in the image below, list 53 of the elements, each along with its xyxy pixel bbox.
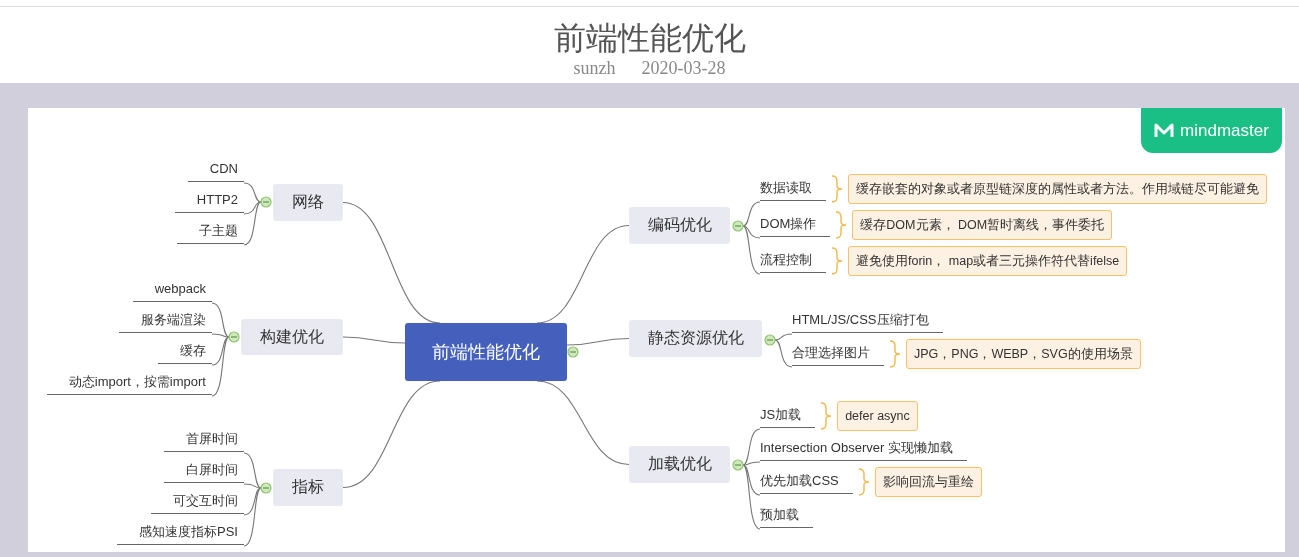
subtopic[interactable]: 可交互时间 [151,489,244,514]
subtopic[interactable]: JS加载 [760,403,816,428]
connector-line [566,337,630,346]
subtopic[interactable]: webpack [132,277,212,302]
subtopic[interactable]: 首屏时间 [164,427,244,452]
subtopic[interactable]: Intersection Observer 实现懒加载 [760,436,967,461]
connector-line [342,336,406,344]
author-name: sunzh [573,57,616,79]
callout-note[interactable]: 避免使用forin， map或者三元操作符代替ifelse [848,246,1128,276]
subtopic[interactable]: HTML/JS/CSS压缩打包 [792,308,943,333]
main-topic[interactable]: 编码优化 [629,207,730,244]
subtopic[interactable]: 合理选择图片 [792,341,884,366]
subtopic[interactable]: HTTP2 [174,188,244,213]
callout-note[interactable]: JPG，PNG，WEBP，SVG的使用场景 [906,339,1141,369]
subtopic[interactable]: 数据读取 [760,176,826,201]
callout-note[interactable]: 影响回流与重绘 [874,467,982,497]
brace-icon [830,247,844,275]
subtopic[interactable]: 预加载 [760,503,813,528]
subtopic[interactable]: 子主题 [177,219,244,244]
subtopic[interactable]: 流程控制 [760,248,826,273]
document-title: 前端性能优化 [553,19,746,57]
collapse-toggle[interactable] [764,334,776,346]
collapse-toggle[interactable] [732,459,744,471]
brace-icon [856,468,871,496]
collapse-toggle[interactable] [260,196,272,208]
brace-icon [830,175,844,203]
collapse-toggle[interactable] [260,482,272,494]
subtopic[interactable]: 缓存 [158,339,212,364]
collapse-toggle[interactable] [567,346,579,358]
main-topic[interactable]: 网络 [273,184,343,221]
collapse-toggle[interactable] [228,331,240,343]
central-topic[interactable]: 前端性能优化 [405,323,567,381]
callout-note[interactable]: defer async [837,401,918,431]
main-topic[interactable]: 加载优化 [629,446,730,483]
main-topic[interactable]: 静态资源优化 [629,320,762,357]
collapse-toggle[interactable] [732,220,744,232]
subtopic[interactable]: DOM操作 [760,212,831,237]
brace-icon [888,340,902,368]
subtopic[interactable]: 白屏时间 [164,458,244,483]
subtopic[interactable]: 感知速度指标PSI [117,520,244,545]
brace-icon [819,402,834,430]
main-topic[interactable]: 构建优化 [241,319,343,355]
date-text: 2020-03-28 [641,57,726,79]
main-topic[interactable]: 指标 [273,469,343,506]
logo-icon [1154,122,1175,139]
subtopic[interactable]: 优先加载CSS [760,469,853,494]
subtopic[interactable]: 动态import，按需import [46,370,212,395]
subtopic[interactable]: 服务端渲染 [119,308,212,333]
callout-note[interactable]: 缓存DOM元素， DOM暂时离线，事件委托 [852,210,1113,240]
callout-note[interactable]: 缓存嵌套的对象或者原型链深度的属性或者方法。作用域链尽可能避免 [848,174,1267,204]
brace-icon [834,211,849,239]
logo-text: mindmaster [1180,120,1269,141]
subtopic[interactable]: CDN [187,157,244,182]
